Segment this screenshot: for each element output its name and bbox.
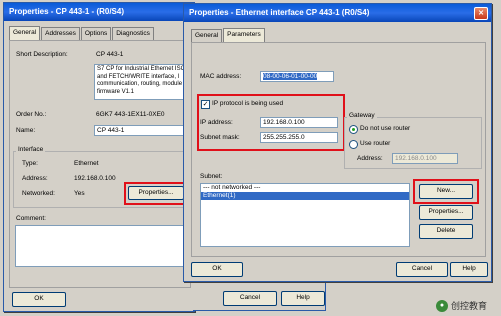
subnet-mask-label: Subnet mask:: [200, 134, 240, 141]
no-router-radio[interactable]: [349, 125, 358, 134]
type-label: Type:: [22, 160, 38, 167]
front-help-button[interactable]: Help: [450, 262, 488, 277]
subnet-mask-input[interactable]: 255.255.255.0: [260, 132, 338, 143]
networked-label: Networked:: [22, 190, 55, 197]
comment-textarea[interactable]: [15, 225, 185, 267]
tab-general[interactable]: General: [9, 26, 41, 41]
interface-legend: Interface: [16, 146, 46, 153]
use-router-label: Use router: [360, 140, 391, 147]
type-value: Ethernet: [74, 160, 99, 167]
tab-options[interactable]: Options: [80, 27, 112, 40]
mac-address-input[interactable]: 08-00-06-01-00-00: [260, 71, 334, 82]
ip-address-label: IP address:: [200, 119, 233, 126]
ip-protocol-checkbox[interactable]: ✓: [201, 100, 210, 109]
no-router-label: Do not use router: [360, 125, 411, 132]
name-label: Name:: [16, 127, 36, 134]
name-input[interactable]: CP 443-1: [94, 125, 186, 136]
tab-addresses[interactable]: Addresses: [41, 27, 80, 40]
tab-front-general[interactable]: General: [191, 29, 223, 42]
subnet-list-item[interactable]: Ethernet(1): [201, 192, 409, 200]
ip-address-input[interactable]: 192.168.0.100: [260, 117, 338, 128]
front-cancel-button[interactable]: Cancel: [396, 262, 448, 277]
close-icon[interactable]: ✕: [474, 7, 488, 20]
delete-subnet-button[interactable]: Delete: [419, 224, 473, 239]
front-window-title: Properties - Ethernet interface CP 443-1…: [189, 8, 370, 17]
back-window-title: Properties - CP 443-1 - (R0/S4): [9, 7, 125, 16]
short-description-label: Short Description:: [16, 51, 68, 58]
address-value: 192.168.0.100: [74, 175, 116, 182]
subnet-list-item[interactable]: --- not networked ---: [201, 184, 409, 192]
ethernet-properties-window: Properties - Ethernet interface CP 443-1…: [183, 3, 492, 282]
back-ok-button[interactable]: OK: [12, 292, 66, 307]
tab-diagnostics[interactable]: Diagnostics: [112, 27, 154, 40]
order-no-value: 6GK7 443-1EX11-0XE0: [96, 111, 165, 118]
watermark: ● 创控教育: [435, 299, 487, 312]
gateway-address-input[interactable]: 192.168.0.100: [392, 153, 458, 164]
subnet-label: Subnet:: [200, 173, 223, 180]
ip-protocol-label: IP protocol is being used: [212, 100, 284, 107]
interface-properties-button[interactable]: Properties...: [128, 186, 184, 200]
subnet-properties-button[interactable]: Properties...: [419, 205, 473, 220]
mac-address-value: 08-00-06-01-00-00: [263, 73, 318, 80]
tab-parameters[interactable]: Parameters: [223, 28, 265, 43]
back-help-button[interactable]: Help: [281, 291, 325, 306]
short-description-name: CP 443-1: [96, 51, 124, 58]
subnet-list[interactable]: --- not networked --- Ethernet(1): [200, 183, 410, 247]
back-window-titlebar[interactable]: Properties - CP 443-1 - (R0/S4): [4, 3, 194, 21]
order-no-label: Order No.:: [16, 111, 47, 118]
address-label: Address:: [22, 175, 48, 182]
parameters-panel: MAC address: 08-00-06-01-00-00 ✓ IP prot…: [191, 42, 486, 257]
wechat-icon: ●: [435, 299, 448, 312]
networked-value: Yes: [74, 190, 85, 197]
gateway-address-label: Address:: [357, 155, 383, 162]
front-window-titlebar[interactable]: Properties - Ethernet interface CP 443-1…: [184, 4, 491, 22]
new-subnet-button[interactable]: New...: [419, 184, 473, 199]
back-cancel-button[interactable]: Cancel: [223, 291, 277, 306]
back-properties-window: Properties - CP 443-1 - (R0/S4) General …: [3, 2, 195, 312]
use-router-radio[interactable]: [349, 140, 358, 149]
back-window-bottom-strip: Cancel Help: [193, 280, 326, 311]
comment-label: Comment:: [16, 215, 46, 222]
back-general-panel: Short Description: CP 443-1 S7 CP for In…: [9, 40, 191, 288]
gateway-legend: Gateway: [347, 112, 377, 119]
mac-address-label: MAC address:: [200, 73, 242, 80]
front-ok-button[interactable]: OK: [191, 262, 243, 277]
short-description-text: S7 CP for Industrial Ethernet ISO and FE…: [94, 64, 190, 100]
watermark-text: 创控教育: [450, 301, 487, 311]
